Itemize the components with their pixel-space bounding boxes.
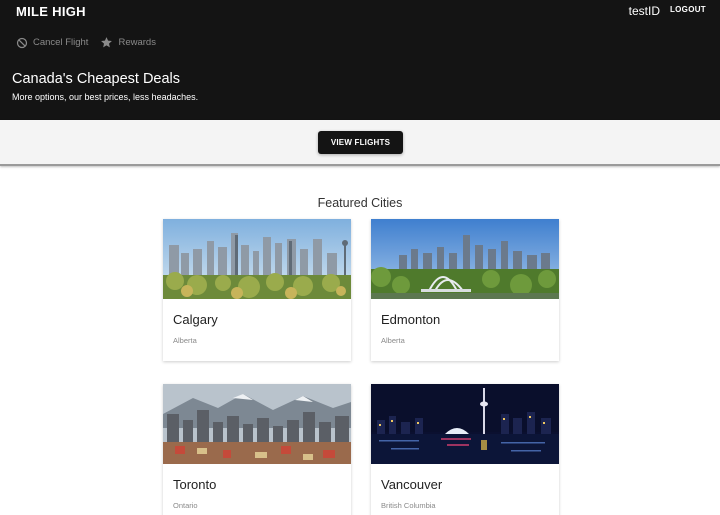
edmonton-skyline-image [371, 219, 559, 299]
cancel-flight-link[interactable]: Cancel Flight [16, 37, 88, 49]
star-icon [101, 37, 113, 48]
rewards-link[interactable]: Rewards [100, 36, 156, 49]
brand-logo[interactable]: MILE HIGH [16, 4, 86, 19]
city-name: Edmonton [381, 312, 441, 327]
city-name: Calgary [173, 312, 218, 327]
cancel-flight-label: Cancel Flight [33, 37, 89, 48]
city-province: British Columbia [381, 501, 436, 510]
hero-title: Canada's Cheapest Deals [12, 71, 181, 87]
top-app-bar: MILE HIGH testID LOGOUT Cancel Flight Re… [0, 0, 720, 120]
username-label: testID [628, 4, 660, 18]
rewards-label: Rewards [118, 37, 156, 48]
city-card-vancouver[interactable]: Vancouver British Columbia [371, 384, 559, 515]
city-card-toronto[interactable]: Toronto Ontario [163, 384, 351, 515]
block-icon [16, 37, 28, 48]
city-name: Toronto [173, 477, 217, 492]
city-card-calgary[interactable]: Calgary Alberta [163, 219, 351, 361]
toronto-city-image [163, 384, 351, 464]
city-name: Vancouver [381, 477, 443, 492]
city-province: Alberta [381, 336, 405, 345]
cta-band: VIEW FLIGHTS [0, 120, 720, 166]
logout-button[interactable]: LOGOUT [670, 5, 706, 14]
hero-subtitle: More options, our best prices, less head… [12, 92, 199, 102]
city-province: Ontario [173, 501, 198, 510]
calgary-skyline-image [163, 219, 351, 299]
featured-cities-heading: Featured Cities [317, 196, 403, 210]
city-province: Alberta [173, 336, 197, 345]
secondary-nav: Cancel Flight Rewards [16, 36, 168, 49]
view-flights-button[interactable]: VIEW FLIGHTS [318, 131, 403, 154]
city-card-edmonton[interactable]: Edmonton Alberta [371, 219, 559, 361]
vancouver-city-image [371, 384, 559, 464]
